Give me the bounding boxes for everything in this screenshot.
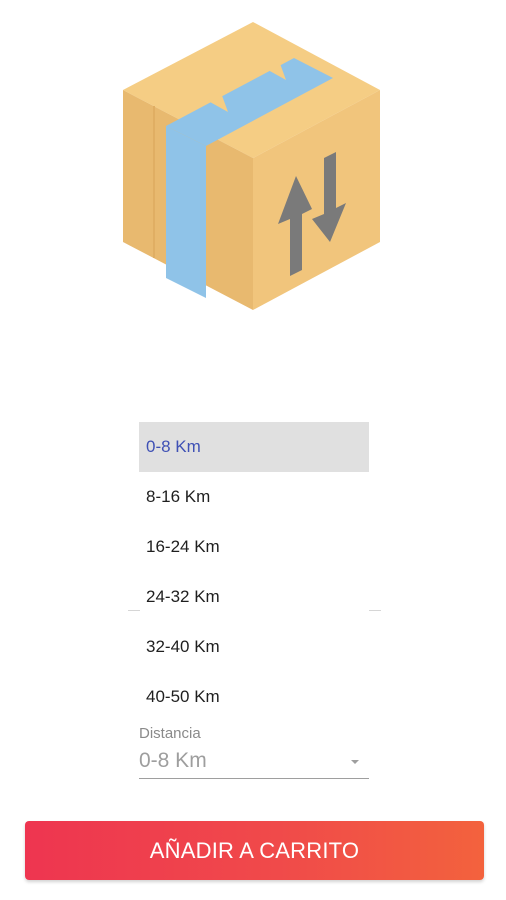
package-illustration	[118, 18, 388, 318]
distance-option-32-40[interactable]: 32-40 Km	[139, 622, 369, 672]
distance-spinner[interactable]: 0-8 Km	[139, 744, 369, 779]
distance-option-8-16[interactable]: 8-16 Km	[139, 472, 369, 522]
distance-option-40-50[interactable]: 40-50 Km	[139, 672, 369, 722]
popup-edge-right	[369, 610, 381, 611]
popup-edge-left	[128, 610, 140, 611]
product-screen: 0-8 Km 8-16 Km 16-24 Km 24-32 Km 32-40 K…	[0, 0, 506, 900]
distance-field-label: Distancia	[139, 725, 201, 742]
distance-dropdown-menu[interactable]: 0-8 Km 8-16 Km 16-24 Km 24-32 Km 32-40 K…	[139, 422, 369, 722]
dropdown-caret-icon	[351, 760, 359, 764]
distance-option-16-24[interactable]: 16-24 Km	[139, 522, 369, 572]
add-to-cart-button[interactable]: AÑADIR A CARRITO	[25, 821, 484, 880]
distance-option-24-32[interactable]: 24-32 Km	[139, 572, 369, 622]
distance-field-value: 0-8 Km	[139, 749, 207, 772]
tape-left-face	[166, 126, 206, 298]
distance-field[interactable]: Distancia 0-8 Km	[139, 724, 369, 779]
distance-option-0-8[interactable]: 0-8 Km	[139, 422, 369, 472]
package-box-arrows-icon	[123, 22, 380, 310]
